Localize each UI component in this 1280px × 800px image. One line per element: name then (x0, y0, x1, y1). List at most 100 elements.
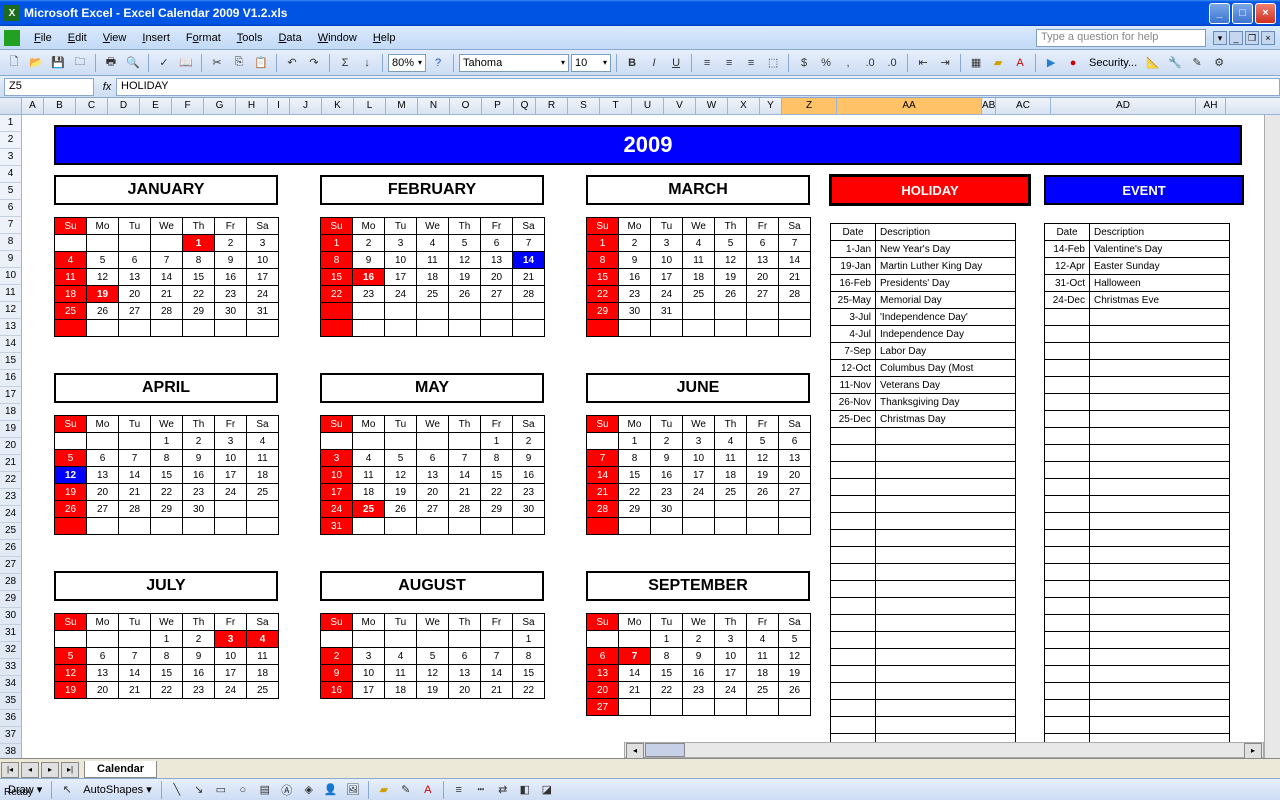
row-header-12[interactable]: 12 (0, 302, 22, 319)
currency-icon[interactable]: $ (794, 53, 814, 73)
close-button[interactable]: × (1255, 3, 1276, 24)
underline-button[interactable]: U (666, 53, 686, 73)
row-header-4[interactable]: 4 (0, 166, 22, 183)
shadow-icon[interactable]: ◧ (515, 780, 535, 800)
row-header-29[interactable]: 29 (0, 591, 22, 608)
col-header-I[interactable]: I (268, 98, 290, 114)
month-grid-may[interactable]: SuMoTuWeThFrSa12345678910111213141516171… (320, 415, 545, 535)
3d-icon[interactable]: ◪ (537, 780, 557, 800)
row-header-27[interactable]: 27 (0, 557, 22, 574)
row-header-22[interactable]: 22 (0, 472, 22, 489)
col-header-Q[interactable]: Q (514, 98, 536, 114)
research-icon[interactable]: 📖 (176, 53, 196, 73)
row-header-26[interactable]: 26 (0, 540, 22, 557)
doc-icon[interactable] (4, 30, 20, 46)
font-name-select[interactable]: Tahoma▾ (459, 54, 569, 72)
col-header-A[interactable]: A (22, 98, 44, 114)
row-header-19[interactable]: 19 (0, 421, 22, 438)
col-header-AD[interactable]: AD (1051, 98, 1196, 114)
macro-record-icon[interactable]: ● (1063, 53, 1083, 73)
col-header-V[interactable]: V (664, 98, 696, 114)
col-header-Z[interactable]: Z (782, 98, 837, 114)
dash-style-icon[interactable]: ┅ (471, 780, 491, 800)
diagram-icon[interactable]: ◈ (299, 780, 319, 800)
line-icon[interactable]: ╲ (167, 780, 187, 800)
col-header-S[interactable]: S (568, 98, 600, 114)
rect-icon[interactable]: ▭ (211, 780, 231, 800)
save-icon[interactable]: 💾 (48, 53, 68, 73)
menu-help[interactable]: Help (365, 30, 404, 46)
horizontal-scrollbar[interactable]: ◂▸ (624, 742, 1264, 758)
month-grid-february[interactable]: SuMoTuWeThFrSa12345678910111213141516171… (320, 217, 545, 337)
month-grid-july[interactable]: SuMoTuWeThFrSa12345678910111213141516171… (54, 613, 279, 699)
sum-icon[interactable]: Σ (335, 53, 355, 73)
redo-icon[interactable]: ↷ (304, 53, 324, 73)
col-header-P[interactable]: P (482, 98, 514, 114)
row-header-32[interactable]: 32 (0, 642, 22, 659)
align-left-icon[interactable]: ≡ (697, 53, 717, 73)
permission-icon[interactable]: 🗀 (70, 53, 90, 73)
vertical-scrollbar[interactable] (1264, 115, 1280, 758)
col-header-W[interactable]: W (696, 98, 728, 114)
fx-icon[interactable]: fx (98, 81, 116, 93)
row-header-16[interactable]: 16 (0, 370, 22, 387)
worksheet-area[interactable]: 1234567891011121314151617181920212223242… (0, 115, 1280, 758)
fill-icon[interactable]: ▰ (374, 780, 394, 800)
row-header-25[interactable]: 25 (0, 523, 22, 540)
oval-icon[interactable]: ○ (233, 780, 253, 800)
col-header-U[interactable]: U (632, 98, 664, 114)
menu-insert[interactable]: Insert (134, 30, 178, 46)
arrow-style-icon[interactable]: ⇄ (493, 780, 513, 800)
holiday-header-cell[interactable]: HOLIDAY (830, 175, 1030, 205)
percent-icon[interactable]: % (816, 53, 836, 73)
macro-play-icon[interactable]: ▶ (1041, 53, 1061, 73)
menu-file[interactable]: File (26, 30, 60, 46)
row-header-28[interactable]: 28 (0, 574, 22, 591)
row-header-2[interactable]: 2 (0, 132, 22, 149)
month-grid-january[interactable]: SuMoTuWeThFrSa12345678910111213141516171… (54, 217, 279, 337)
row-header-35[interactable]: 35 (0, 693, 22, 710)
italic-button[interactable]: I (644, 53, 664, 73)
col-header-AH[interactable]: AH (1196, 98, 1226, 114)
col-header-AB[interactable]: AB (982, 98, 996, 114)
line-style-icon[interactable]: ≡ (449, 780, 469, 800)
row-header-24[interactable]: 24 (0, 506, 22, 523)
row-header-1[interactable]: 1 (0, 115, 22, 132)
col-header-B[interactable]: B (44, 98, 76, 114)
preview-icon[interactable]: 🔍 (123, 53, 143, 73)
fill-color-icon[interactable]: ▰ (988, 53, 1008, 73)
col-header-F[interactable]: F (172, 98, 204, 114)
print-icon[interactable]: 🖶 (101, 53, 121, 73)
row-header-34[interactable]: 34 (0, 676, 22, 693)
undo-icon[interactable]: ↶ (282, 53, 302, 73)
col-header-G[interactable]: G (204, 98, 236, 114)
open-icon[interactable]: 📂 (26, 53, 46, 73)
copy-icon[interactable]: ⎘ (229, 53, 249, 73)
month-grid-march[interactable]: SuMoTuWeThFrSa12345678910111213141516171… (586, 217, 811, 337)
data-list[interactable]: DateDescription14-FebValentine's Day12-A… (1044, 223, 1230, 758)
bold-button[interactable]: B (622, 53, 642, 73)
merge-icon[interactable]: ⬚ (763, 53, 783, 73)
minimize-button[interactable]: _ (1209, 3, 1230, 24)
spell-icon[interactable]: ✓ (154, 53, 174, 73)
col-header-M[interactable]: M (386, 98, 418, 114)
design-icon[interactable]: ✎ (1187, 53, 1207, 73)
help-dropdown[interactable]: ▾ (1213, 31, 1227, 45)
col-header-J[interactable]: J (290, 98, 322, 114)
menu-window[interactable]: Window (310, 30, 365, 46)
align-right-icon[interactable]: ≡ (741, 53, 761, 73)
row-header-8[interactable]: 8 (0, 234, 22, 251)
row-header-17[interactable]: 17 (0, 387, 22, 404)
wordart-icon[interactable]: Ⓐ (277, 780, 297, 800)
menu-tools[interactable]: Tools (229, 30, 271, 46)
cell-grid[interactable]: 2009 HOLIDAY EVENT JANUARYSuMoTuWeThFrSa… (22, 115, 1262, 758)
inc-indent-icon[interactable]: ⇥ (935, 53, 955, 73)
formula-input[interactable]: HOLIDAY (116, 78, 1280, 96)
row-header-15[interactable]: 15 (0, 353, 22, 370)
security-button[interactable]: Security... (1085, 57, 1141, 69)
row-header-31[interactable]: 31 (0, 625, 22, 642)
clipart-icon[interactable]: 👤 (321, 780, 341, 800)
controls-icon[interactable]: ⚙ (1209, 53, 1229, 73)
doc-close-button[interactable]: × (1261, 31, 1275, 45)
align-center-icon[interactable]: ≡ (719, 53, 739, 73)
